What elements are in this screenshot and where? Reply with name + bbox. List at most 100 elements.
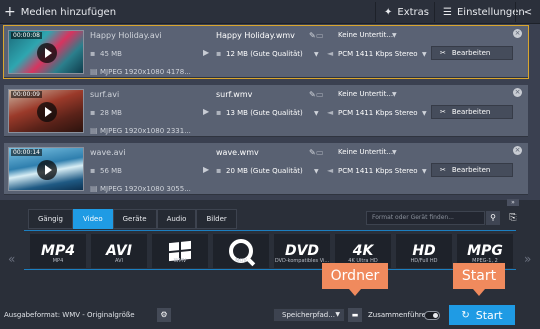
audio-dropdown[interactable]: PCM 1411 Kbps Stereo — [338, 50, 418, 58]
close-icon[interactable]: × — [513, 146, 522, 155]
edit-button[interactable]: ✂ Bearbeiten — [431, 105, 513, 119]
chevron-down-icon[interactable]: ▼ — [314, 110, 319, 117]
avi-logo: AVI — [106, 243, 132, 259]
tab-video[interactable]: Video — [72, 209, 113, 229]
chevron-down-icon[interactable]: ▼ — [314, 51, 319, 58]
plus-icon: + — [4, 4, 16, 20]
film-icon: ▤ — [90, 67, 98, 76]
format-search-input[interactable]: Format oder Gerät finden... — [366, 211, 485, 225]
file-row[interactable]: 00:00:08 Happy Holiday.avi 45 MB ▪ MJPEG… — [3, 25, 529, 79]
edit-button[interactable]: ✂ Bearbeiten — [431, 163, 513, 177]
file-list: 00:00:08 Happy Holiday.avi 45 MB ▪ MJPEG… — [0, 24, 540, 200]
close-icon[interactable]: × — [513, 88, 522, 97]
format-label: AVI — [115, 258, 123, 264]
play-icon[interactable] — [37, 160, 57, 180]
tab-devices[interactable]: Geräte — [112, 209, 157, 229]
extras-icon: ✦ — [384, 6, 393, 18]
tab-audio[interactable]: Audio — [156, 209, 197, 229]
chevron-down-icon[interactable]: ▼ — [392, 149, 397, 156]
file-row[interactable]: 00:00:09 surf.avi 28 MB ▪ MJPEG 1920x108… — [4, 85, 528, 137]
disk-icon: ▪ — [216, 166, 222, 175]
edit-button[interactable]: ✂ Bearbeiten — [431, 46, 513, 60]
carousel-prev-icon[interactable]: « — [8, 252, 15, 266]
duration-badge: 00:00:09 — [11, 91, 42, 98]
scissors-icon: ✂ — [440, 108, 446, 116]
video-thumbnail[interactable]: 00:00:09 — [8, 89, 84, 133]
arrow-right-icon: ▶ — [203, 107, 210, 116]
folder-icon[interactable]: ▬ — [348, 308, 362, 322]
chevron-down-icon[interactable]: ▼ — [314, 168, 319, 175]
subtitle-icon: ▭ — [316, 31, 324, 40]
source-codec: MJPEG 1920x1080 4178... — [100, 68, 191, 76]
mpg-logo: MPG — [467, 243, 503, 259]
gear-icon[interactable]: ⚙ — [157, 308, 171, 322]
save-path-dropdown[interactable]: Speicherpfad... ▼ — [273, 308, 345, 322]
start-button[interactable]: ↻ Start — [449, 305, 515, 325]
subtitle-dropdown[interactable]: Keine Untertit... — [338, 31, 393, 39]
mp4-logo: MP4 — [41, 243, 75, 259]
dvd-logo: DVD — [284, 243, 320, 259]
audio-dropdown[interactable]: PCM 1411 Kbps Stereo — [338, 167, 418, 175]
disk-icon: ▪ — [216, 49, 222, 58]
format-tabs: Gängig Video Geräte Audio Bilder — [28, 209, 237, 229]
file-row[interactable]: 00:00:14 wave.avi 56 MB ▪ MJPEG 1920x108… — [4, 143, 528, 195]
disk-icon: ▪ — [90, 108, 96, 117]
scissors-icon: ✂ — [440, 49, 446, 57]
output-filename[interactable]: Happy Holiday.wmv — [216, 31, 295, 40]
disk-icon: ▪ — [216, 108, 222, 117]
duration-badge: 00:00:08 — [11, 32, 42, 39]
tab-popular[interactable]: Gängig — [28, 209, 73, 229]
duration-badge: 00:00:14 — [11, 149, 42, 156]
search-icon[interactable]: ⚲ — [486, 211, 500, 225]
edit-label: Bearbeiten — [451, 49, 491, 57]
pencil-icon[interactable]: ✎ — [309, 148, 316, 157]
output-format-label: Ausgabeformat: WMV - Originalgröße — [4, 311, 135, 319]
collapse-panel-icon[interactable]: » — [507, 199, 519, 206]
subtitle-dropdown[interactable]: Keine Untertit... — [338, 148, 393, 156]
save-path-label: Speicherpfad... — [282, 311, 335, 319]
source-codec: MJPEG 1920x1080 2331... — [100, 127, 191, 135]
audio-dropdown[interactable]: PCM 1411 Kbps Stereo — [338, 109, 418, 117]
4k-logo: 4K — [352, 243, 374, 259]
close-icon[interactable]: × — [513, 29, 522, 38]
output-quality-dropdown[interactable]: 13 MB (Gute Qualität) — [226, 109, 303, 117]
subtitle-dropdown[interactable]: Keine Untertit... — [338, 90, 393, 98]
folder-callout: Ordner — [322, 263, 388, 296]
play-icon[interactable] — [37, 43, 57, 63]
tab-images[interactable]: Bilder — [196, 209, 237, 229]
video-thumbnail[interactable]: 00:00:08 — [8, 30, 84, 74]
video-thumbnail[interactable]: 00:00:14 — [8, 147, 84, 191]
refresh-icon: ↻ — [461, 309, 470, 321]
merge-label: Zusammenführen — [368, 311, 431, 319]
format-label: HD/Full HD — [410, 258, 438, 264]
settings-button[interactable]: ☰ Einstellungen — [434, 2, 525, 22]
chevron-down-icon[interactable]: ▼ — [422, 110, 427, 117]
pencil-icon[interactable]: ✎ — [309, 90, 316, 99]
chevron-down-icon[interactable]: ▼ — [422, 168, 427, 175]
share-button[interactable]: < — [515, 2, 540, 22]
merge-toggle[interactable] — [424, 311, 440, 320]
menu-icon: ☰ — [443, 6, 452, 18]
pencil-icon[interactable]: ✎ — [309, 31, 316, 40]
chevron-down-icon[interactable]: ▼ — [392, 32, 397, 39]
output-filename[interactable]: wave.wmv — [216, 148, 259, 157]
edit-label: Bearbeiten — [451, 108, 491, 116]
subtitle-icon: ▭ — [316, 148, 324, 157]
chevron-down-icon[interactable]: ▼ — [422, 51, 427, 58]
start-callout: Start — [453, 263, 505, 296]
add-media-button[interactable]: + Medien hinzufügen — [4, 2, 116, 22]
arrow-right-icon: ▶ — [203, 165, 210, 174]
carousel-next-icon[interactable]: » — [524, 252, 531, 266]
extras-button[interactable]: ✦ Extras — [375, 2, 433, 22]
output-filename[interactable]: surf.wmv — [216, 90, 252, 99]
output-quality-dropdown[interactable]: 20 MB (Gute Qualität) — [226, 167, 303, 175]
format-label: WMV — [173, 258, 187, 264]
play-icon[interactable] — [37, 102, 57, 122]
output-quality-dropdown[interactable]: 12 MB (Gute Qualität) — [226, 50, 303, 58]
chevron-down-icon: ▼ — [335, 311, 340, 318]
arrow-right-icon: ▶ — [203, 48, 210, 57]
source-filename: surf.avi — [90, 90, 120, 99]
source-filename: Happy Holiday.avi — [90, 31, 162, 40]
device-detect-icon[interactable]: ⎘ — [506, 211, 520, 225]
chevron-down-icon[interactable]: ▼ — [392, 91, 397, 98]
